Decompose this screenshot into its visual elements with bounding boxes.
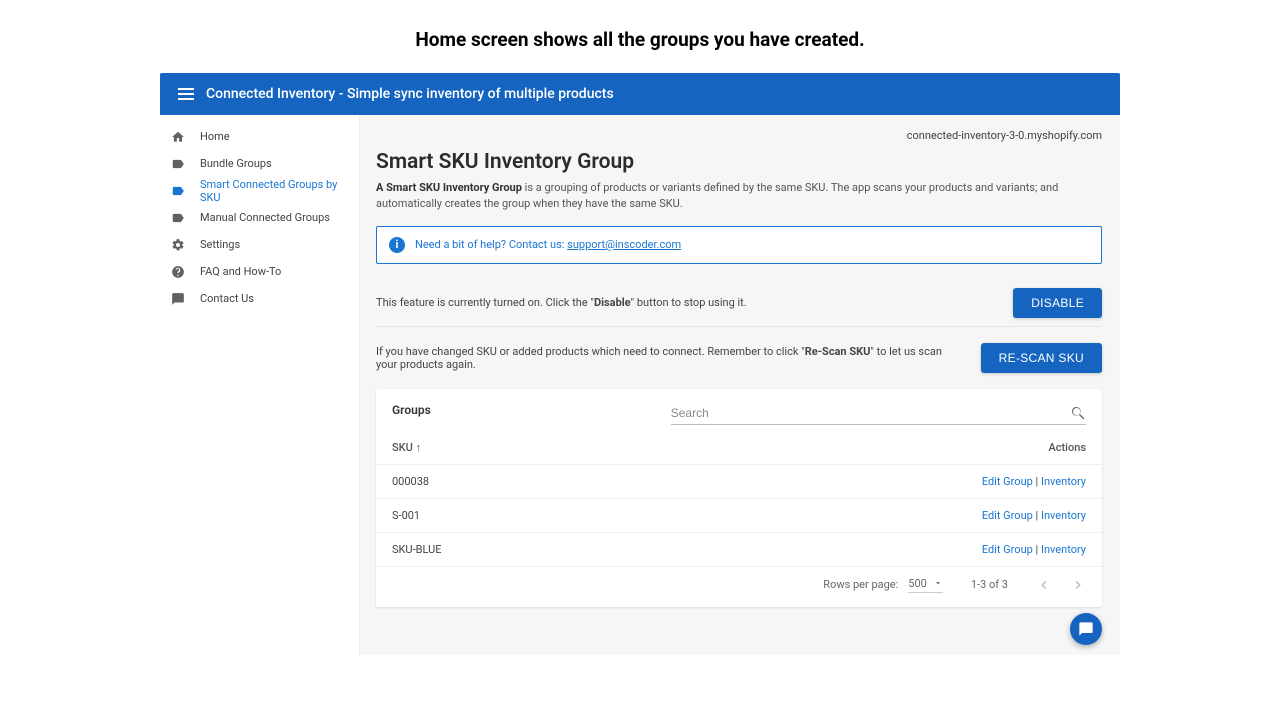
actions-cell: Edit Group | Inventory — [982, 475, 1086, 488]
actions-cell: Edit Group | Inventory — [982, 543, 1086, 556]
rescan-button[interactable]: RE-SCAN SKU — [981, 343, 1102, 373]
page-description: A Smart SKU Inventory Group is a groupin… — [376, 180, 1102, 212]
inventory-link[interactable]: Inventory — [1041, 475, 1086, 488]
rpp-select[interactable]: 500 — [908, 577, 943, 593]
col-sku-header[interactable]: SKU ↑ — [392, 441, 1048, 454]
help-prefix: Need a bit of help? Contact us: — [415, 238, 567, 251]
store-url: connected-inventory-3-0.myshopify.com — [376, 129, 1102, 142]
sidebar-item-settings[interactable]: Settings — [160, 231, 359, 258]
chat-icon — [1078, 621, 1094, 637]
action-sep: | — [1033, 543, 1041, 556]
sidebar-item-bundle-groups[interactable]: Bundle Groups — [160, 150, 359, 177]
page-range: 1-3 of 3 — [971, 578, 1008, 591]
edit-group-link[interactable]: Edit Group — [982, 543, 1033, 556]
inventory-link[interactable]: Inventory — [1041, 509, 1086, 522]
sidebar-item-faq[interactable]: FAQ and How-To — [160, 258, 359, 285]
gear-icon — [170, 237, 186, 253]
sidebar: Home Bundle Groups Smart Connected Group… — [160, 115, 360, 655]
topbar: Connected Inventory - Simple sync invent… — [160, 73, 1120, 115]
groups-card: Groups SKU ↑ Actions 000038 Edit Group |… — [376, 389, 1102, 607]
rescan-row: If you have changed SKU or added product… — [376, 343, 1102, 373]
table-row: SKU-BLUE Edit Group | Inventory — [376, 533, 1102, 567]
col-actions-header: Actions — [1048, 441, 1086, 454]
sku-cell: SKU-BLUE — [392, 543, 982, 556]
inventory-link[interactable]: Inventory — [1041, 543, 1086, 556]
search-input[interactable] — [671, 406, 1070, 420]
desc-bold: A Smart SKU Inventory Group — [376, 181, 525, 194]
sku-cell: S-001 — [392, 509, 982, 522]
sidebar-item-label: Settings — [200, 238, 240, 251]
label-icon — [170, 156, 186, 172]
sidebar-item-label: Bundle Groups — [200, 157, 272, 170]
rpp-label: Rows per page: — [823, 578, 898, 591]
action-sep: | — [1033, 509, 1041, 522]
sidebar-item-label: Home — [200, 130, 230, 143]
actions-cell: Edit Group | Inventory — [982, 509, 1086, 522]
sidebar-item-contact[interactable]: Contact Us — [160, 285, 359, 312]
rescan-text: If you have changed SKU or added product… — [376, 345, 981, 371]
table-row: S-001 Edit Group | Inventory — [376, 499, 1102, 533]
edit-group-link[interactable]: Edit Group — [982, 475, 1033, 488]
label-icon — [170, 183, 186, 199]
search-icon — [1070, 405, 1086, 421]
page-title: Smart SKU Inventory Group — [376, 150, 1102, 174]
table-pager: Rows per page: 500 1-3 of 3 — [376, 567, 1102, 607]
home-icon — [170, 129, 186, 145]
help-icon — [170, 264, 186, 280]
pager-nav — [1036, 577, 1086, 593]
sidebar-item-home[interactable]: Home — [160, 123, 359, 150]
app-body: Home Bundle Groups Smart Connected Group… — [160, 115, 1120, 655]
feature-status-text: This feature is currently turned on. Cli… — [376, 296, 1013, 309]
groups-title: Groups — [392, 403, 431, 425]
chevron-down-icon — [933, 578, 943, 588]
table-header: SKU ↑ Actions — [376, 425, 1102, 465]
intercom-chat-button[interactable] — [1070, 613, 1102, 645]
app-window: Connected Inventory - Simple sync invent… — [160, 73, 1120, 655]
info-icon: i — [389, 237, 405, 253]
divider — [376, 326, 1102, 327]
sidebar-item-label: Contact Us — [200, 292, 254, 305]
feature-status-row: This feature is currently turned on. Cli… — [376, 278, 1102, 318]
support-email-link[interactable]: support@inscoder.com — [567, 238, 681, 251]
next-page-button[interactable] — [1070, 577, 1086, 593]
sidebar-item-smart-sku[interactable]: Smart Connected Groups by SKU — [160, 177, 359, 204]
prev-page-button[interactable] — [1036, 577, 1052, 593]
sku-cell: 000038 — [392, 475, 982, 488]
action-sep: | — [1033, 475, 1041, 488]
sidebar-item-label: FAQ and How-To — [200, 265, 281, 278]
sidebar-item-label: Manual Connected Groups — [200, 211, 330, 224]
disable-button[interactable]: DISABLE — [1013, 288, 1102, 318]
rpp-value: 500 — [908, 577, 927, 590]
page-caption: Home screen shows all the groups you hav… — [0, 0, 1280, 73]
chat-icon — [170, 291, 186, 307]
sidebar-item-manual-groups[interactable]: Manual Connected Groups — [160, 204, 359, 231]
search-field[interactable] — [671, 405, 1086, 425]
help-text: Need a bit of help? Contact us: support@… — [415, 238, 681, 251]
main-panel: connected-inventory-3-0.myshopify.com Sm… — [360, 115, 1120, 655]
table-row: 000038 Edit Group | Inventory — [376, 465, 1102, 499]
help-banner: i Need a bit of help? Contact us: suppor… — [376, 226, 1102, 264]
sidebar-item-label: Smart Connected Groups by SKU — [200, 178, 349, 204]
menu-icon[interactable] — [172, 80, 200, 108]
rows-per-page: Rows per page: 500 — [823, 577, 943, 593]
label-icon — [170, 210, 186, 226]
app-title: Connected Inventory - Simple sync invent… — [206, 86, 614, 102]
card-header: Groups — [376, 389, 1102, 425]
edit-group-link[interactable]: Edit Group — [982, 509, 1033, 522]
